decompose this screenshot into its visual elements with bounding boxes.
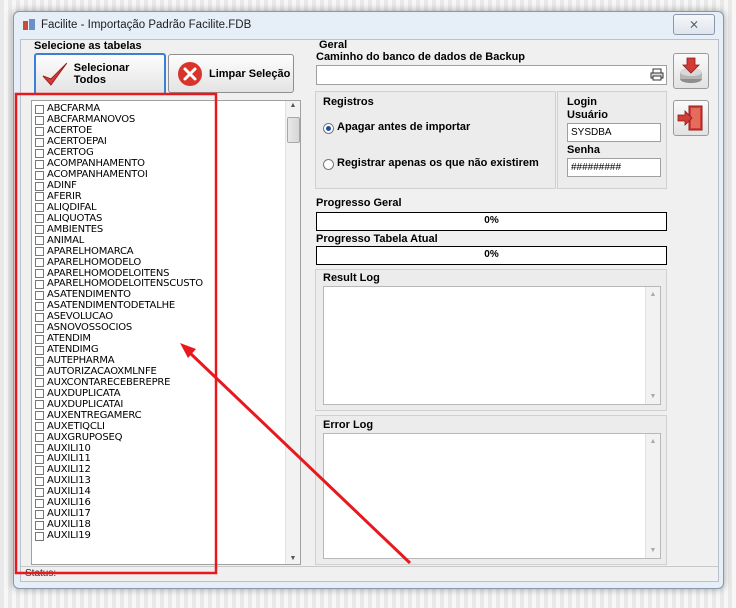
annotation-overlay [14,92,412,575]
annotation-highlight-rect [14,92,218,575]
annotation-arrow-line [188,351,412,565]
